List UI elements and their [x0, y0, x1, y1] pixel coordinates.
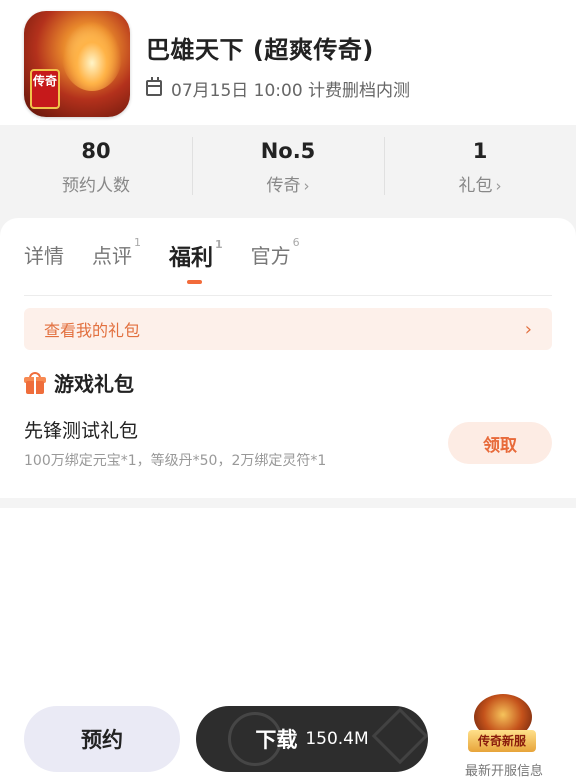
- stat-value: 1: [472, 139, 488, 163]
- tab-details[interactable]: 详情: [24, 240, 64, 269]
- gift-item-description: 100万绑定元宝*1，等级丹*50，2万绑定灵符*1: [24, 453, 327, 469]
- gift-item-name: 先锋测试礼包: [24, 420, 139, 442]
- stat-rank[interactable]: No.5 传奇 ›: [192, 125, 384, 220]
- tab-bar: 详情 点评1 福利1 官方6: [24, 236, 328, 284]
- tab-divider: [24, 295, 552, 296]
- stat-label-text: 预约人数: [62, 176, 130, 196]
- app-icon-artwork: [62, 21, 122, 91]
- stat-label: 传奇 ›: [192, 171, 384, 196]
- reserve-button[interactable]: 预约: [24, 706, 180, 772]
- stat-gifts[interactable]: 1 礼包 ›: [384, 125, 576, 220]
- chevron-right-icon: ›: [524, 318, 532, 340]
- watermark-icon: [371, 707, 428, 765]
- tab-count: 1: [134, 236, 141, 250]
- claim-button[interactable]: 领取: [448, 422, 552, 464]
- stat-value: No.5: [260, 139, 316, 163]
- gift-section-title: 游戏礼包: [24, 368, 134, 397]
- tab-count: 1: [215, 237, 223, 251]
- stat-label: 预约人数: [0, 171, 192, 196]
- app-icon[interactable]: 传奇: [24, 11, 130, 117]
- section-separator: [0, 498, 576, 508]
- calendar-icon: [146, 77, 162, 96]
- tab-official[interactable]: 官方6: [250, 236, 300, 269]
- stat-label: 礼包 ›: [384, 171, 576, 196]
- tab-label: 点评: [92, 244, 132, 268]
- stat-label-text: 传奇: [266, 176, 301, 196]
- content-card: 详情 点评1 福利1 官方6 查看我的礼包 › 游戏礼包 先锋测试礼包 100万…: [0, 218, 576, 498]
- server-news-badge[interactable]: 传奇新服: [468, 694, 536, 754]
- stat-label-text: 礼包: [458, 176, 493, 196]
- server-news-badge-text: 传奇新服: [468, 730, 536, 752]
- my-gifts-link[interactable]: 查看我的礼包 ›: [24, 308, 552, 350]
- download-size: 150.4M: [305, 729, 369, 749]
- chevron-right-icon: ›: [495, 177, 502, 195]
- stat-reservations: 80 预约人数: [0, 125, 192, 220]
- app-header: 传奇 巴雄天下 (超爽传奇) 07月15日 10:00 计费删档内测: [0, 0, 576, 125]
- tab-reviews[interactable]: 点评1: [92, 236, 141, 269]
- tab-count: 6: [292, 236, 300, 250]
- app-date-row: 07月15日 10:00 计费删档内测: [146, 76, 411, 101]
- chevron-right-icon: ›: [303, 177, 310, 195]
- my-gifts-label: 查看我的礼包: [44, 321, 141, 340]
- tab-label: 福利: [169, 246, 214, 271]
- download-button[interactable]: 下载 150.4M: [196, 706, 428, 772]
- gift-icon: [24, 371, 46, 394]
- tab-label: 官方: [250, 244, 291, 268]
- bottom-action-bar: 预约 下载 150.4M 传奇新服 最新开服信息: [0, 690, 576, 782]
- app-icon-tag: 传奇: [30, 69, 60, 109]
- tab-benefits[interactable]: 福利1: [169, 237, 223, 284]
- active-tab-indicator: [187, 280, 202, 284]
- stat-value: 80: [81, 139, 111, 163]
- tab-label: 详情: [24, 244, 64, 268]
- stats-row: 80 预约人数 No.5 传奇 › 1 礼包 ›: [0, 125, 576, 220]
- section-title-text: 游戏礼包: [54, 372, 134, 396]
- server-news-caption[interactable]: 最新开服信息: [452, 760, 556, 779]
- download-label: 下载: [255, 728, 298, 752]
- app-title: 巴雄天下 (超爽传奇): [146, 36, 374, 64]
- app-date-text: 07月15日 10:00 计费删档内测: [171, 80, 411, 101]
